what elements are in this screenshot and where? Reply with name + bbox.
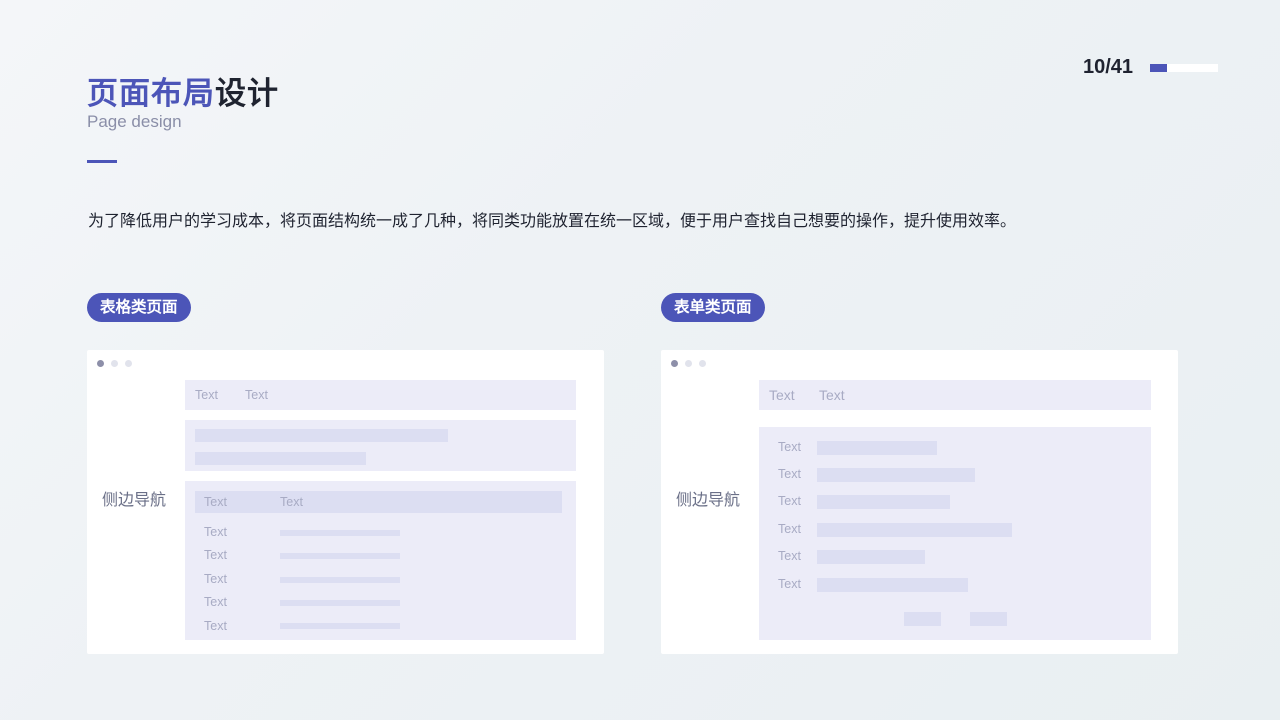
slide-progress-bar: [1150, 64, 1218, 72]
table-row-text: Text: [204, 619, 227, 633]
side-nav-label: 侧边导航: [676, 490, 741, 509]
form-cancel-button: [970, 612, 1007, 626]
filter-block: [185, 420, 576, 471]
side-nav-label: 侧边导航: [102, 490, 167, 509]
table-row-line: [280, 577, 400, 583]
form-field-input: [817, 550, 925, 564]
form-field-input: [817, 523, 1012, 537]
page-title: 页面布局设计: [87, 68, 279, 113]
header-row-text: Text: [819, 387, 845, 403]
table-header-bar: Text Text: [195, 491, 562, 513]
table-header-text: Text: [204, 495, 227, 509]
table-row-line: [280, 623, 400, 629]
table-row-text: Text: [204, 595, 227, 609]
title-divider: [87, 160, 117, 163]
window-dot: [671, 360, 678, 367]
header-row-block: Text Text: [185, 380, 576, 410]
table-block: Text Text Text Text Text Text Text: [185, 481, 576, 640]
header-row-text: Text: [245, 388, 268, 402]
filter-bar: [195, 452, 366, 465]
window-dot: [699, 360, 706, 367]
table-header-text: Text: [280, 495, 303, 509]
slide-progress-fill: [1150, 64, 1167, 72]
page-title-accent: 页面布局: [87, 76, 215, 112]
form-field-input: [817, 468, 975, 482]
form-field-label: Text: [778, 577, 801, 591]
window-dot: [685, 360, 692, 367]
header-row-text: Text: [769, 387, 795, 403]
table-row-line: [280, 553, 400, 559]
page-subtitle: Page design: [87, 112, 182, 131]
table-row-text: Text: [204, 525, 227, 539]
form-block: Text Text Text Text Text Text: [759, 427, 1151, 640]
form-field-input: [817, 495, 950, 509]
table-row-line: [280, 600, 400, 606]
form-field-label: Text: [778, 522, 801, 536]
page-title-rest: 设计: [215, 76, 279, 112]
form-field-input: [817, 578, 968, 592]
window-dot: [97, 360, 104, 367]
window-dots: [97, 360, 132, 367]
table-row-text: Text: [204, 548, 227, 562]
window-dots: [671, 360, 706, 367]
form-page-tag: 表单类页面: [661, 293, 765, 322]
form-field-label: Text: [778, 549, 801, 563]
form-field-label: Text: [778, 494, 801, 508]
table-row-line: [280, 530, 400, 536]
filter-bar: [195, 429, 448, 442]
window-dot: [125, 360, 132, 367]
table-page-mockup: 侧边导航 Text Text Text Text Text Text Text …: [87, 350, 604, 654]
window-dot: [111, 360, 118, 367]
form-field-label: Text: [778, 440, 801, 454]
table-row-text: Text: [204, 572, 227, 586]
form-page-mockup: 侧边导航 Text Text Text Text Text Text Text …: [661, 350, 1178, 654]
header-row-block: Text Text: [759, 380, 1151, 410]
header-row-text: Text: [195, 388, 218, 402]
page-number: 10/41: [1083, 56, 1134, 78]
table-page-tag: 表格类页面: [87, 293, 191, 322]
description-text: 为了降低用户的学习成本，将页面结构统一成了几种，将同类功能放置在统一区域，便于用…: [88, 211, 1017, 230]
form-submit-button: [904, 612, 941, 626]
form-field-input: [817, 441, 937, 455]
form-field-label: Text: [778, 467, 801, 481]
